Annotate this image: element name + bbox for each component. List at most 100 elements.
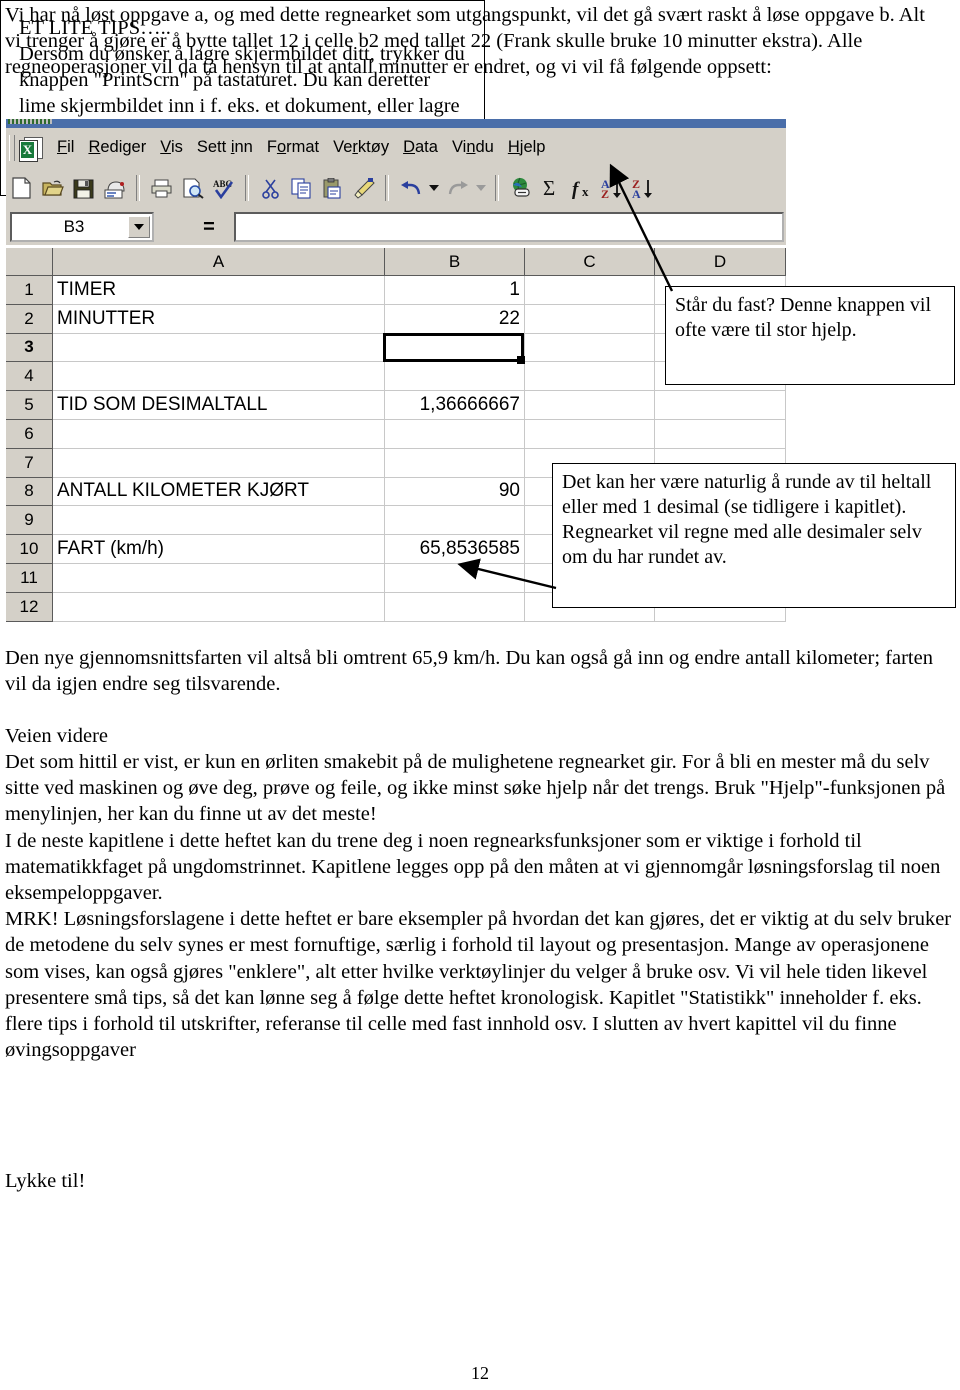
cell-A4[interactable] [53,362,385,392]
row-header-12[interactable]: 12 [6,592,53,622]
menu-item-hjelp[interactable]: Hjelp [508,138,546,157]
cell-C5[interactable] [525,391,655,420]
column-header-c[interactable]: C [525,248,655,276]
row-header-3[interactable]: 3 [6,333,53,363]
result-paragraph: Den nye gjennomsnittsfarten vil altså bl… [5,645,955,697]
cut-scissors-icon[interactable] [255,173,286,203]
cell-C4[interactable] [525,362,655,392]
svg-text:Z: Z [601,187,609,199]
autosum-icon[interactable]: Σ [536,173,567,203]
cell-B7[interactable] [385,448,525,478]
document-page: Vi har nå løst oppgave a, og med dette r… [0,0,960,1390]
column-header-a[interactable]: A [53,248,385,276]
cell-B9[interactable] [385,506,525,536]
row-header-9[interactable]: 9 [6,506,53,536]
cell-A9[interactable] [53,506,385,536]
edit-formula-button[interactable]: = [184,214,234,240]
cell-B11[interactable] [385,563,525,593]
name-box-dropdown-icon[interactable] [128,216,150,238]
svg-text:A: A [632,187,641,199]
section-heading: Veien videre [5,723,505,749]
menu-item-data[interactable]: Data [403,138,438,157]
redo-dropdown-icon[interactable] [473,173,489,203]
name-box[interactable]: B3 [10,212,154,242]
cell-D5[interactable] [655,391,786,420]
cell-A6[interactable] [53,419,385,449]
menu-item-format[interactable]: Format [267,138,319,157]
copy-icon[interactable] [286,173,317,203]
email-icon[interactable] [99,173,130,203]
cell-B6[interactable] [385,419,525,449]
row-header-10[interactable]: 10 [6,535,53,564]
select-all-corner[interactable] [6,248,53,276]
save-disk-icon[interactable] [68,173,99,203]
cell-B5[interactable]: 1,36666667 [385,391,525,420]
cell-A2[interactable]: MINUTTER [53,304,385,334]
undo-icon[interactable] [395,173,426,203]
body-paragraphs: Det som hittil er vist, er kun en ørlite… [5,749,955,1063]
menu-drag-handle[interactable] [9,134,15,161]
cell-A1[interactable]: TIMER [53,276,385,305]
sort-ascending-icon[interactable]: AZ [598,173,629,203]
formula-input[interactable] [234,212,784,242]
row-header-2[interactable]: 2 [6,304,53,334]
menu-item-rediger[interactable]: Rediger [88,138,146,157]
row-header-11[interactable]: 11 [6,563,53,593]
cell-D6[interactable] [655,419,786,449]
cell-B10[interactable]: 65,8536585 [385,535,525,564]
sort-descending-icon[interactable]: ZA [629,173,660,203]
svg-text:Σ: Σ [543,177,555,199]
menu-item-sett-inn[interactable]: Sett inn [197,138,253,157]
cell-C2[interactable] [525,304,655,334]
print-preview-icon[interactable] [177,173,208,203]
menu-item-verktoy[interactable]: Verktøy [333,138,389,157]
excel-logo-icon: X [18,135,44,162]
new-document-icon[interactable] [6,173,37,203]
cell-A5[interactable]: TID SOM DESIMALTALL [53,391,385,420]
callout-help-button: Står du fast? Denne knappen vil ofte vær… [665,286,955,385]
cell-B2[interactable]: 22 [385,304,525,334]
formula-bar[interactable]: B3 = [6,209,786,245]
print-icon[interactable] [146,173,177,203]
cell-A3[interactable] [53,333,385,363]
format-painter-icon[interactable] [348,173,379,203]
intro-paragraph: Vi har nå løst oppgave a, og med dette r… [5,2,945,81]
callout-help-text: Står du fast? Denne knappen vil ofte vær… [675,294,932,341]
menu-item-vis[interactable]: Vis [160,138,183,157]
cell-B4[interactable] [385,362,525,392]
menu-item-vindu[interactable]: Vindu [452,138,494,157]
row-header-5[interactable]: 5 [6,391,53,420]
column-header-b[interactable]: B [385,248,525,276]
standard-toolbar[interactable]: ABC Σ f x A Z Z A [6,167,786,210]
paste-function-icon[interactable]: fx [567,173,598,203]
spelling-check-icon[interactable]: ABC [208,173,239,203]
svg-text:x: x [582,184,589,199]
cell-A7[interactable] [53,448,385,478]
cell-C3[interactable] [525,333,655,363]
row-header-4[interactable]: 4 [6,362,53,392]
menu-item-fil[interactable]: Fil [57,138,74,157]
insert-hyperlink-icon[interactable] [505,173,536,203]
paste-clipboard-icon[interactable] [317,173,348,203]
cell-B1[interactable]: 1 [385,276,525,305]
open-folder-icon[interactable] [37,173,68,203]
menu-bar[interactable]: X Fil Rediger Vis Sett inn Format Verktø… [6,128,786,168]
row-header-1[interactable]: 1 [6,276,53,305]
cell-A11[interactable] [53,563,385,593]
cell-C1[interactable] [525,276,655,305]
callout-rounding-text: Det kan her være naturlig å runde av til… [562,471,932,568]
row-header-7[interactable]: 7 [6,448,53,478]
cell-A12[interactable] [53,592,385,622]
cell-B8[interactable]: 90 [385,477,525,507]
cell-A8[interactable]: ANTALL KILOMETER KJØRT [53,477,385,507]
cell-B12[interactable] [385,592,525,622]
redo-icon[interactable] [442,173,473,203]
column-header-d[interactable]: D [655,248,786,276]
row-header-6[interactable]: 6 [6,419,53,449]
cell-A10[interactable]: FART (km/h) [53,535,385,564]
section-heading-text: Veien videre [5,725,109,747]
cell-C6[interactable] [525,419,655,449]
cell-B3[interactable] [385,333,525,363]
row-header-8[interactable]: 8 [6,477,53,507]
undo-dropdown-icon[interactable] [426,173,442,203]
